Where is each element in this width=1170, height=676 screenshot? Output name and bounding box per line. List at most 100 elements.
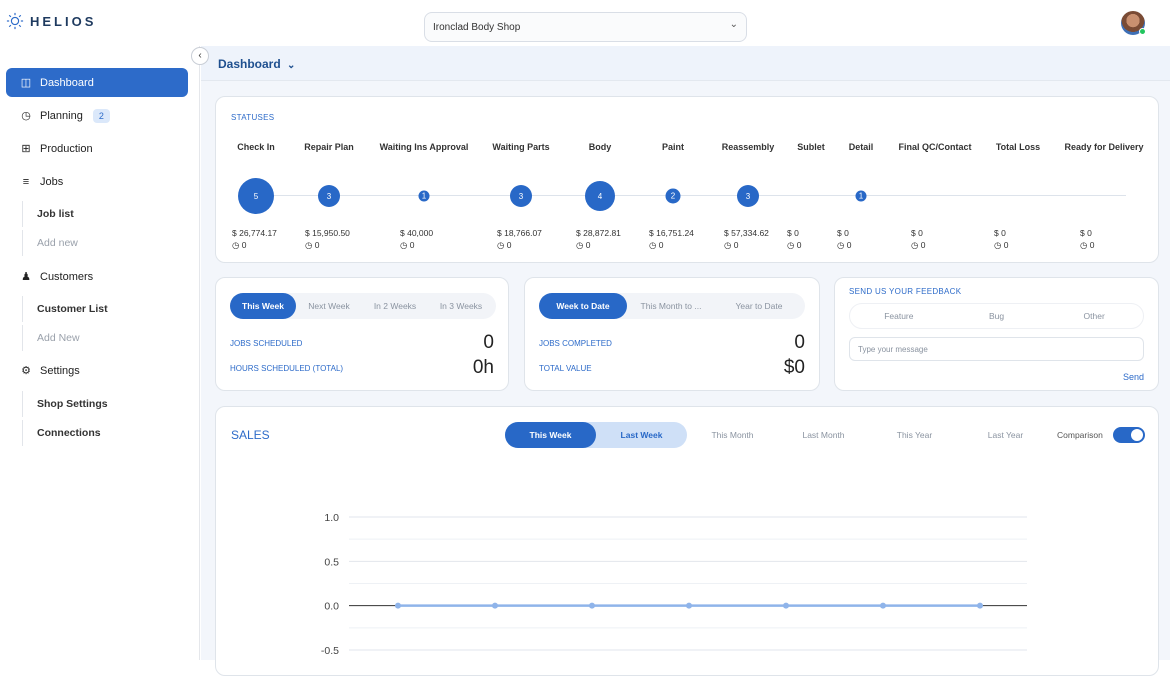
status-count-bubble[interactable]: 3 — [318, 185, 340, 207]
main-content: Dashboard ⌄ STATUSES Check In 5 $ 26,774.1… — [201, 46, 1170, 676]
status-time-value: ◷ 0 — [400, 240, 415, 250]
status-amount: $ 16,751.24 ◷ 0 — [649, 227, 694, 251]
jobs-completed-label: JOBS COMPLETED — [539, 339, 612, 348]
schedule-tabs: This Week Next Week In 2 Weeks In 3 Week… — [230, 293, 496, 319]
sidebar-subitem-job-list[interactable]: Job list — [22, 201, 192, 227]
sidebar-subitem-shop-settings[interactable]: Shop Settings — [22, 391, 192, 417]
sun-logo-icon — [6, 12, 24, 30]
status-timeline-line — [256, 195, 1126, 196]
feedback-type-tabs: Feature Bug Other — [849, 303, 1144, 329]
feedback-message-input[interactable]: Type your message — [849, 337, 1144, 361]
sales-data-point[interactable] — [395, 602, 401, 609]
send-feedback-button[interactable]: Send — [1123, 372, 1144, 382]
status-label: Paint — [661, 142, 685, 152]
schedule-card: This Week Next Week In 2 Weeks In 3 Week… — [215, 277, 509, 391]
status-amount-value: $ 0 — [837, 228, 849, 238]
tab-week-to-date[interactable]: Week to Date — [539, 293, 627, 319]
sidebar-item-planning[interactable]: ◷ Planning 2 — [6, 101, 188, 130]
status-time-value: ◷ 0 — [787, 240, 802, 250]
avatar[interactable] — [1121, 11, 1146, 35]
sidebar-subitem-add-new-job[interactable]: Add new — [22, 230, 192, 256]
status-time-value: ◷ 0 — [305, 240, 320, 250]
chevron-down-icon: ⌄ — [729, 19, 738, 30]
status-count-bubble[interactable]: 3 — [510, 185, 532, 207]
status-amount-value: $ 0 — [787, 228, 799, 238]
sales-data-point[interactable] — [977, 602, 983, 609]
logo[interactable]: HELIOS — [6, 12, 96, 30]
sidebar-item-settings[interactable]: ⚙ Settings — [6, 356, 188, 385]
status-count-bubble[interactable]: 2 — [665, 188, 681, 204]
sidebar-item-label: Planning — [40, 109, 83, 122]
status-time-value: ◷ 0 — [497, 240, 512, 250]
sales-card: SALES This Week Last Week This Month Las… — [215, 406, 1159, 676]
jobs-scheduled-label: JOBS SCHEDULED — [230, 339, 303, 348]
sidebar-item-label: Dashboard — [40, 76, 94, 89]
sidebar-item-dashboard[interactable]: ◫ Dashboard — [6, 68, 188, 97]
shop-selector[interactable]: Ironclad Body Shop ⌄ — [424, 12, 747, 42]
status-label: Detail — [848, 142, 874, 152]
users-icon: ♟ — [21, 271, 31, 283]
status-amount: $ 15,950.50 ◷ 0 — [305, 227, 350, 251]
tab-year-to-date[interactable]: Year to Date — [715, 293, 803, 319]
status-count-bubble[interactable]: 4 — [585, 181, 615, 211]
sidebar-item-jobs[interactable]: ≡ Jobs — [6, 167, 188, 196]
status-label: Repair Plan — [304, 142, 354, 152]
sidebar-item-production[interactable]: ⊞ Production — [6, 134, 188, 163]
status-label: Waiting Ins Approval — [379, 142, 469, 152]
tab-next-week[interactable]: Next Week — [296, 293, 362, 319]
sales-data-point[interactable] — [783, 602, 789, 609]
sidebar-subitem-customer-list[interactable]: Customer List — [22, 296, 192, 322]
sidebar-item-label: Customers — [40, 270, 94, 283]
completed-card: Week to Date This Month to ... Year to D… — [524, 277, 820, 391]
status-amount-value: $ 0 — [911, 228, 923, 238]
page-header[interactable]: Dashboard ⌄ — [201, 46, 1170, 81]
sidebar-item-customers[interactable]: ♟ Customers — [6, 262, 188, 291]
tab-other[interactable]: Other — [1045, 303, 1143, 329]
status-time-value: ◷ 0 — [1080, 240, 1095, 250]
jobs-completed-value: 0 — [794, 332, 805, 353]
online-status-dot — [1139, 28, 1146, 35]
status-time-value: ◷ 0 — [724, 240, 739, 250]
page-title: Dashboard — [218, 57, 281, 71]
shop-name: Ironclad Body Shop — [433, 22, 521, 33]
status-amount: $ 28,872.81 ◷ 0 — [576, 227, 621, 251]
status-time-value: ◷ 0 — [649, 240, 664, 250]
statuses-card: STATUSES Check In 5 $ 26,774.17 ◷ 0 Repair P… — [215, 96, 1159, 263]
tab-this-month-to-date[interactable]: This Month to ... — [627, 293, 715, 319]
y-tick-label: -0.5 — [321, 645, 339, 657]
sales-data-point[interactable] — [589, 602, 595, 609]
tab-feature[interactable]: Feature — [850, 303, 948, 329]
tab-in-2-weeks[interactable]: In 2 Weeks — [362, 293, 428, 319]
status-count-bubble[interactable]: 5 — [238, 178, 274, 214]
sidebar-subitem-connections[interactable]: Connections — [22, 420, 192, 446]
y-tick-label: 1.0 — [324, 512, 339, 524]
sidebar-item-label: Settings — [40, 364, 80, 377]
status-label: Ready for Delivery — [1064, 142, 1144, 152]
sidebar-subitem-add-new-customer[interactable]: Add New — [22, 325, 192, 351]
sales-data-point[interactable] — [880, 602, 886, 609]
status-label: Sublet — [797, 142, 825, 152]
gear-icon: ⚙ — [21, 365, 31, 377]
status-time-value: ◷ 0 — [911, 240, 926, 250]
tab-in-3-weeks[interactable]: In 3 Weeks — [428, 293, 494, 319]
top-bar: HELIOS Ironclad Body Shop ⌄ — [0, 0, 1170, 46]
hours-scheduled-value: 0h — [472, 357, 494, 378]
status-amount-value: $ 18,766.07 — [497, 228, 542, 238]
tab-bug[interactable]: Bug — [948, 303, 1046, 329]
app-name: HELIOS — [30, 13, 97, 29]
tab-this-week[interactable]: This Week — [230, 293, 296, 319]
planning-count-badge: 2 — [92, 108, 110, 123]
feedback-title: SEND US YOUR FEEDBACK — [849, 287, 962, 296]
status-count-bubble[interactable]: 1 — [418, 190, 430, 202]
sidebar-item-label: Jobs — [40, 175, 64, 188]
jobs-scheduled-value: 0 — [483, 332, 494, 353]
sales-data-point[interactable] — [492, 602, 498, 609]
collapse-sidebar-button[interactable]: ‹ — [191, 47, 209, 65]
status-count-bubble[interactable]: 1 — [855, 190, 867, 202]
status-count-bubble[interactable]: 3 — [737, 185, 759, 207]
status-amount: $ 26,774.17 ◷ 0 — [232, 227, 277, 251]
completed-tabs: Week to Date This Month to ... Year to D… — [539, 293, 805, 319]
sales-data-point[interactable] — [686, 602, 692, 609]
chevron-down-icon: ⌄ — [287, 60, 296, 71]
status-amount-value: $ 0 — [1080, 228, 1092, 238]
